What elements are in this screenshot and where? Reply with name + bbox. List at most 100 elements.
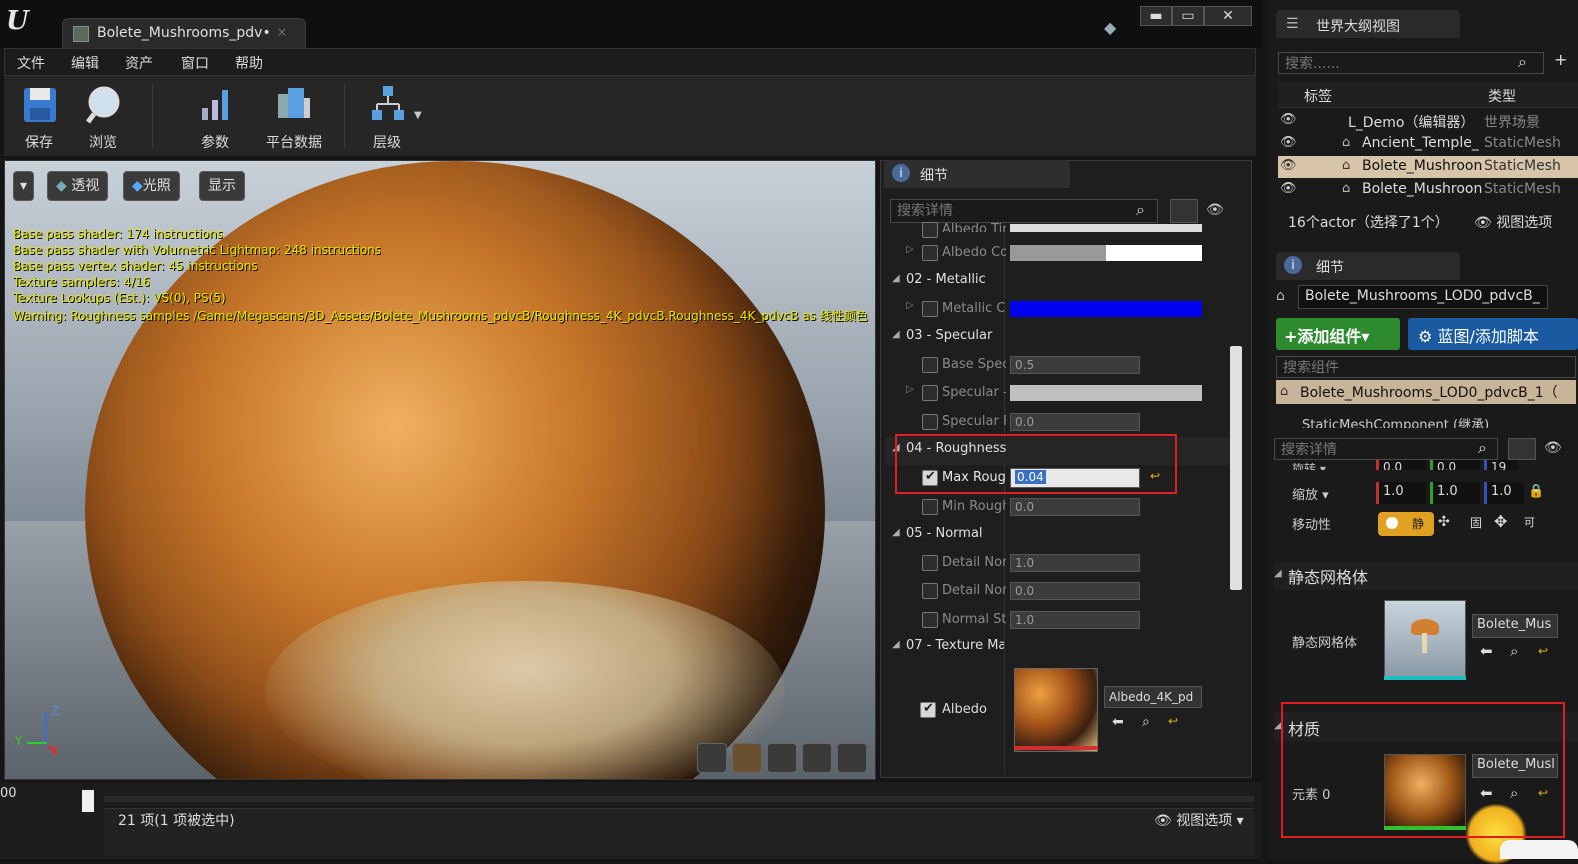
- eye-icon[interactable]: 👁: [1544, 440, 1562, 456]
- checkbox[interactable]: [922, 583, 938, 599]
- column-type[interactable]: 类型: [1488, 86, 1516, 106]
- scale-y[interactable]: 1.0: [1430, 482, 1480, 504]
- viewport-options-button[interactable]: ▾: [13, 171, 35, 201]
- checkbox[interactable]: [922, 357, 938, 373]
- platform-data-button[interactable]: 平台数据: [254, 80, 334, 152]
- params-button[interactable]: 参数: [180, 80, 250, 152]
- component-root[interactable]: Bolete_Mushrooms_LOD0_pdvcB_1（: [1276, 380, 1576, 404]
- albedo-texture-thumbnail[interactable]: [1014, 668, 1098, 752]
- close-window-button[interactable]: ✕: [1204, 6, 1252, 26]
- lighting-button[interactable]: ◆光照: [123, 171, 180, 201]
- chevron-down-icon[interactable]: ▼: [414, 110, 422, 121]
- static-mesh-thumbnail[interactable]: [1384, 600, 1466, 678]
- browse-icon[interactable]: ⌕: [1142, 714, 1150, 730]
- value-field[interactable]: 1.0: [1010, 554, 1140, 572]
- scale-z[interactable]: 1.0: [1484, 482, 1524, 504]
- stationary-icon[interactable]: ✣: [1438, 514, 1450, 530]
- albedo-texture-dropdown[interactable]: Albedo_4K_pd: [1104, 686, 1202, 708]
- outliner-row[interactable]: 👁 ⌂ Ancient_Temple_ StaticMesh: [1278, 133, 1578, 155]
- sphere-preview-icon[interactable]: [732, 743, 762, 773]
- grid-view-icon[interactable]: [1170, 199, 1198, 223]
- help-icon[interactable]: ◆: [1104, 18, 1124, 38]
- outliner-view-options[interactable]: 👁 视图选项: [1474, 212, 1552, 232]
- blueprint-button[interactable]: ⚙ 蓝图/添加脚本: [1408, 318, 1578, 350]
- rotation-z[interactable]: 19: [1484, 460, 1518, 470]
- close-icon[interactable]: ×: [277, 25, 287, 39]
- value-field[interactable]: 0.0: [1010, 582, 1140, 600]
- visibility-icon[interactable]: 👁: [1280, 158, 1297, 173]
- collapse-icon[interactable]: ◢: [1274, 568, 1282, 579]
- static-mesh-dropdown[interactable]: Bolete_Mus: [1472, 614, 1558, 638]
- use-selected-icon[interactable]: ⬅: [1480, 642, 1493, 660]
- details-search-input[interactable]: 搜索详情: [890, 199, 1158, 223]
- checkbox[interactable]: [922, 301, 938, 317]
- outliner-row[interactable]: 👁 ⌂ Bolete_Mushroon StaticMesh: [1278, 179, 1578, 201]
- grid-view-icon[interactable]: [1508, 438, 1536, 460]
- details-tab-2[interactable]: i 细节: [1276, 252, 1460, 280]
- menu-window[interactable]: 窗口: [181, 53, 209, 73]
- menu-asset[interactable]: 资产: [125, 53, 153, 73]
- checkbox[interactable]: [922, 222, 938, 238]
- actor-name-field[interactable]: Bolete_Mushrooms_LOD0_pdvcB_: [1298, 285, 1548, 309]
- expand-icon[interactable]: ▷: [906, 384, 914, 395]
- menu-edit[interactable]: 编辑: [71, 53, 99, 73]
- outliner-tab[interactable]: ☰ 世界大纲视图: [1276, 10, 1460, 38]
- menu-file[interactable]: 文件: [17, 53, 45, 73]
- save-button[interactable]: 保存: [4, 80, 74, 152]
- collapse-icon[interactable]: ◢: [892, 527, 900, 538]
- expand-icon[interactable]: ▷: [906, 244, 914, 255]
- checkbox[interactable]: [922, 612, 938, 628]
- plane-preview-icon[interactable]: [767, 743, 797, 773]
- mobility-static-button[interactable]: 静: [1378, 512, 1434, 536]
- reset-icon[interactable]: ↩: [1168, 714, 1178, 728]
- movable-icon[interactable]: ✥: [1494, 512, 1507, 531]
- add-component-button[interactable]: +添加组件▾: [1276, 318, 1400, 350]
- menu-help[interactable]: 帮助: [235, 53, 263, 73]
- checkbox[interactable]: [922, 555, 938, 571]
- checkbox-checked[interactable]: [920, 701, 936, 718]
- hierarchy-button[interactable]: 层级: [352, 80, 422, 152]
- outliner-row[interactable]: 👁 L_Demo（编辑器） 世界场景: [1278, 110, 1578, 132]
- minimize-button[interactable]: ▬: [1140, 6, 1172, 26]
- reset-icon[interactable]: ↩: [1538, 644, 1548, 658]
- rotation-x[interactable]: 0.0: [1376, 460, 1426, 470]
- maximize-button[interactable]: ▭: [1172, 6, 1204, 26]
- component-search-input[interactable]: 搜索组件: [1276, 356, 1576, 378]
- checkbox[interactable]: [922, 385, 938, 401]
- checkbox[interactable]: [922, 414, 938, 430]
- show-button[interactable]: 显示: [199, 171, 245, 201]
- value-field[interactable]: 0.0: [1010, 413, 1140, 431]
- cylinder-preview-icon[interactable]: [697, 743, 727, 773]
- visibility-icon[interactable]: 👁: [1280, 181, 1297, 196]
- color-swatch[interactable]: [1010, 245, 1202, 261]
- color-swatch[interactable]: [1010, 301, 1202, 317]
- value-field[interactable]: 0.5: [1010, 356, 1140, 374]
- details-search-input-2[interactable]: 搜索详情: [1274, 438, 1498, 460]
- outliner-search-input[interactable]: 搜索......: [1278, 52, 1544, 74]
- scale-x[interactable]: 1.0: [1376, 482, 1426, 504]
- perspective-button[interactable]: ◆ 透视: [47, 171, 109, 201]
- browse-button[interactable]: 浏览: [68, 80, 138, 152]
- viewport[interactable]: ▾ ◆ 透视 ◆光照 显示 Base pass shader: 174 inst…: [4, 160, 876, 780]
- cube-preview-icon[interactable]: [802, 743, 832, 773]
- rotation-y[interactable]: 0.0: [1430, 460, 1480, 470]
- visibility-icon[interactable]: 👁: [1280, 112, 1297, 127]
- details-tab[interactable]: i 细节: [884, 160, 1070, 188]
- collapse-icon[interactable]: ◢: [892, 639, 900, 650]
- outliner-row-selected[interactable]: 👁 ⌂ Bolete_Mushroon StaticMesh: [1278, 156, 1578, 178]
- custom-mesh-icon[interactable]: [837, 743, 867, 773]
- value-field[interactable]: 1.0: [1010, 611, 1140, 629]
- column-label[interactable]: 标签: [1304, 86, 1332, 106]
- color-swatch[interactable]: [1010, 385, 1202, 401]
- value-field[interactable]: 0.0: [1010, 498, 1140, 516]
- add-icon[interactable]: +: [1554, 50, 1567, 69]
- document-tab[interactable]: Bolete_Mushrooms_pdv• ×: [62, 18, 306, 48]
- browse-icon[interactable]: ⌕: [1510, 642, 1518, 660]
- checkbox[interactable]: [922, 245, 938, 261]
- eye-icon[interactable]: 👁: [1206, 202, 1224, 218]
- collapse-icon[interactable]: ◢: [892, 273, 900, 284]
- lock-icon[interactable]: 🔒: [1528, 484, 1544, 499]
- collapse-icon[interactable]: ◢: [892, 329, 900, 340]
- checkbox[interactable]: [922, 499, 938, 515]
- view-options-button[interactable]: 👁 视图选项 ▾: [1154, 810, 1244, 830]
